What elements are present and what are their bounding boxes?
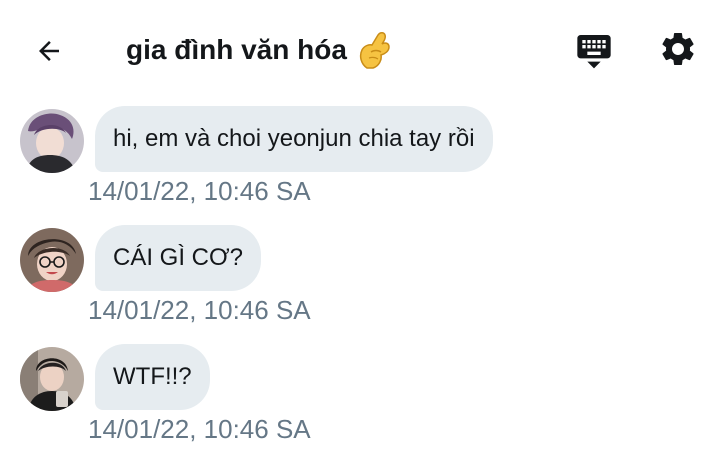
keyboard-hide-icon [577,35,611,69]
keyboard-toggle-button[interactable] [572,28,616,72]
conversation-title-text: gia đình văn hóa [126,34,347,65]
conversation-title[interactable]: gia đình văn hóa [126,26,393,74]
message-timestamp: 14/01/22, 10:46 SA [88,414,311,444]
pinching-hand-emoji-icon [357,30,393,70]
conversation-header: gia đình văn hóa [0,0,720,100]
gear-icon [662,32,694,65]
message-bubble[interactable]: WTF!!? [95,344,210,410]
message-timestamp: 14/01/22, 10:46 SA [88,176,311,206]
message-bubble[interactable]: CÁI GÌ CƠ? [95,225,261,291]
avatar[interactable] [20,228,84,292]
avatar[interactable] [20,347,84,411]
message-bubble[interactable]: hi, em và choi yeonjun chia tay rồi [95,106,493,172]
arrow-left-icon [39,41,59,61]
back-button[interactable] [28,30,70,72]
message-timestamp: 14/01/22, 10:46 SA [88,295,311,325]
avatar[interactable] [20,109,84,173]
settings-button[interactable] [656,27,700,71]
